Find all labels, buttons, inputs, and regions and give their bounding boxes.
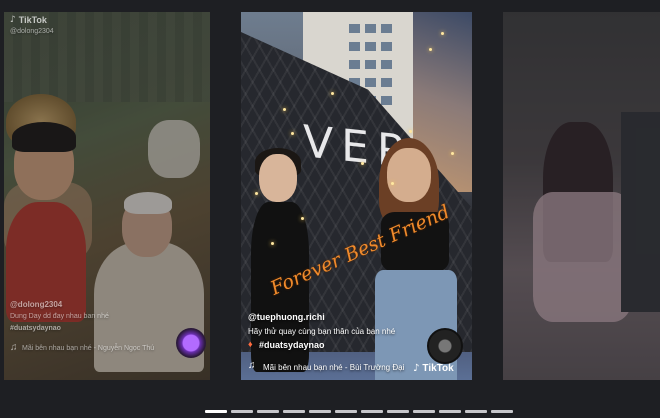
tiktok-logo-text: TikTok [422, 363, 454, 374]
video-username[interactable]: @tuephuong.richi [248, 312, 325, 322]
video-username[interactable]: @dolong2304 [10, 300, 62, 309]
video-card-right[interactable] [503, 12, 660, 380]
sparkle-icon [331, 92, 334, 95]
video-card-left[interactable]: ♪ TikTok @dolong2304 @dolong2304 Dung Da… [4, 12, 210, 380]
sparkle-icon [409, 130, 412, 133]
music-note-icon [10, 342, 18, 354]
music-disc-icon[interactable] [427, 328, 463, 364]
video-hashtag[interactable]: #duatsydaynao [259, 340, 325, 350]
tiktok-logo: ♪ TikTok [10, 15, 47, 25]
tiktok-logo-text: TikTok [18, 15, 47, 25]
sparkle-icon [271, 242, 274, 245]
sparkle-icon [255, 192, 258, 195]
music-title[interactable]: Mãi bên nhau bạn nhé - Nguyễn Ngọc Thú [22, 345, 154, 352]
progress-segment[interactable] [439, 410, 461, 413]
sparkle-icon [301, 217, 304, 220]
music-title[interactable]: Mãi bên nhau bạn nhé - Bùi Trường Đại [263, 363, 404, 372]
tiktok-logo: ♪ TikTok [413, 363, 454, 374]
music-note-icon [248, 360, 256, 372]
watermark-username: @dolong2304 [10, 28, 54, 35]
progress-segment[interactable] [231, 410, 253, 413]
progress-segment[interactable] [361, 410, 383, 413]
person-girl-right-head [387, 148, 431, 202]
tiktok-icon: ♪ [413, 363, 420, 374]
music-disc-icon[interactable] [176, 328, 206, 358]
progress-segment[interactable] [309, 410, 331, 413]
sparkle-icon [361, 162, 364, 165]
progress-segment[interactable] [335, 410, 357, 413]
person-girl-left-head [259, 154, 297, 202]
video-caption: Hãy thử quay cùng bạn thân của bạn nhé [248, 327, 396, 336]
flame-icon: ♦ [248, 339, 253, 349]
progress-segment[interactable] [413, 410, 435, 413]
progress-segment[interactable] [491, 410, 513, 413]
sparkle-icon [391, 182, 394, 185]
sparkle-icon [441, 32, 444, 35]
tiktok-icon: ♪ [10, 15, 16, 25]
video-caption: Dung Day dd đay nhau ban nhé [10, 313, 109, 320]
sparkle-icon [429, 48, 432, 51]
sparkle-icon [291, 132, 294, 135]
progress-segment[interactable] [205, 410, 227, 413]
progress-segment[interactable] [387, 410, 409, 413]
progress-segment[interactable] [465, 410, 487, 413]
inactive-dim-overlay [503, 12, 660, 380]
progress-segment[interactable] [257, 410, 279, 413]
progress-segment[interactable] [283, 410, 305, 413]
video-card-center[interactable]: VER Forever Best Friend @tuephuong.richi… [241, 12, 472, 380]
sparkle-icon [283, 108, 286, 111]
video-hashtag[interactable]: #duatsydaynao [10, 325, 61, 332]
sparkle-icon [451, 152, 454, 155]
